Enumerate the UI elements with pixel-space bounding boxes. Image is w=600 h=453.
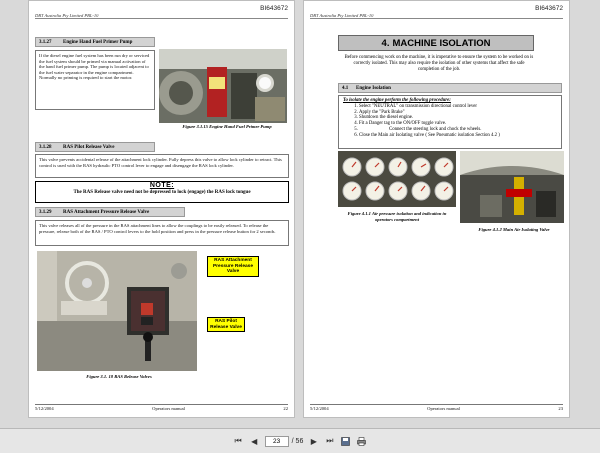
footer-page-number: 22 bbox=[283, 406, 288, 411]
procedure-step: Close the Main air Isolating valve ( See… bbox=[359, 133, 557, 139]
section-heading-3-1-28: 3.1.28 RAS Pilot Release Valve bbox=[35, 142, 155, 152]
page-number-input[interactable] bbox=[264, 435, 289, 447]
page-total: / 56 bbox=[291, 437, 304, 445]
procedure-steps: Select "NEUTRAL" on transmission directi… bbox=[353, 104, 557, 139]
document-viewer: BI643672 DBT Australia Pty Limited PBL-1… bbox=[0, 0, 600, 428]
page-footer: 5/12/2004 Operators manual 22 bbox=[35, 404, 288, 411]
main-air-isolating-valve-photo bbox=[460, 151, 564, 223]
figure-caption-4-1-2: Figure 4.1.2 Main Air Isolating Valve bbox=[478, 227, 550, 232]
header-rule bbox=[35, 18, 288, 19]
section-heading-3-1-29: 3.1.29 RAS Attachment Pressure Release V… bbox=[35, 207, 185, 217]
previous-page-icon[interactable]: ◀ bbox=[249, 436, 260, 447]
section-heading-3-1-27: 3.1.27 Engine Hand Fuel Primer Pump bbox=[35, 37, 155, 47]
section-number: 3.1.29 bbox=[39, 209, 52, 215]
procedure-box: To isolate the engine perform the follow… bbox=[338, 95, 562, 149]
section-number: 3.1.28 bbox=[39, 144, 52, 150]
section-title: Engine Hand Fuel Primer Pump bbox=[63, 39, 133, 45]
chapter-title: 4. MACHINE ISOLATION bbox=[338, 35, 534, 51]
figure-caption-4-1-1: Figure 4.1.1 Air pressure isolation and … bbox=[347, 211, 447, 222]
page-id: BI643672 bbox=[260, 5, 288, 12]
section-text-3-1-29: This valve releases all of the pressure … bbox=[35, 220, 289, 246]
chapter-number: 4. bbox=[381, 37, 390, 49]
intro-paragraph: Before commencing work on the machine, i… bbox=[344, 55, 534, 72]
viewer-toolbar: ⏮ ◀ / 56 ▶ ⏭ bbox=[0, 428, 600, 453]
section-title: RAS Pilot Release Valve bbox=[63, 144, 115, 150]
footer-date: 5/12/2004 bbox=[310, 406, 329, 411]
ras-release-valves-photo bbox=[37, 251, 197, 371]
section-number: 4.1 bbox=[342, 85, 349, 91]
print-icon[interactable] bbox=[356, 436, 367, 447]
note-text: The RAS Release valve need not be depres… bbox=[73, 190, 251, 195]
chapter-title-text: MACHINE ISOLATION bbox=[392, 37, 491, 49]
engine-primer-pump-photo bbox=[159, 49, 287, 123]
left-page: BI643672 DBT Australia Pty Limited PBL-1… bbox=[28, 0, 295, 418]
last-page-icon[interactable]: ⏭ bbox=[324, 436, 335, 447]
right-page: BI643672 DBT Australia Pty Limited PBL-1… bbox=[303, 0, 570, 418]
callout-ras-attachment-pressure-release-valve: RAS Attachment Pressure Release Valve bbox=[207, 256, 259, 277]
figure-caption-3-1-15: Figure 3.1.15 Engine Hand Fuel Primer Pu… bbox=[182, 124, 272, 129]
section-number: 3.1.27 bbox=[39, 39, 52, 45]
save-icon[interactable] bbox=[340, 436, 351, 447]
section-text-3-1-27: If the diesel engine fuel system has bee… bbox=[35, 50, 155, 110]
section-heading-4-1: 4.1 Engine Isolation bbox=[338, 83, 562, 93]
section-title: RAS Attachment Pressure Release Valve bbox=[63, 209, 150, 215]
section-text-3-1-28: This valve prevents accidental release o… bbox=[35, 154, 289, 178]
note-box: NOTE: The RAS Release valve need not be … bbox=[35, 181, 289, 203]
figure-caption-3-1-18: Figure 3.1. 18 RAS Release Valves bbox=[86, 374, 152, 379]
footer-page-number: 23 bbox=[558, 406, 563, 411]
footer-title: Operators manual bbox=[152, 406, 185, 411]
footer-title: Operators manual bbox=[427, 406, 460, 411]
header-rule bbox=[310, 18, 563, 19]
footer-date: 5/12/2004 bbox=[35, 406, 54, 411]
page-footer: 5/12/2004 Operators manual 23 bbox=[310, 404, 563, 411]
next-page-icon[interactable]: ▶ bbox=[308, 436, 319, 447]
callout-ras-pilot-release-valve: RAS Pilot Release Valve bbox=[207, 317, 245, 333]
section-title: Engine Isolation bbox=[356, 85, 391, 91]
first-page-icon[interactable]: ⏮ bbox=[233, 436, 244, 447]
note-title: NOTE: bbox=[149, 182, 175, 189]
page-navigator: / 56 bbox=[264, 435, 304, 447]
air-pressure-gauges-photo bbox=[338, 151, 456, 207]
page-id: BI643672 bbox=[535, 5, 563, 12]
